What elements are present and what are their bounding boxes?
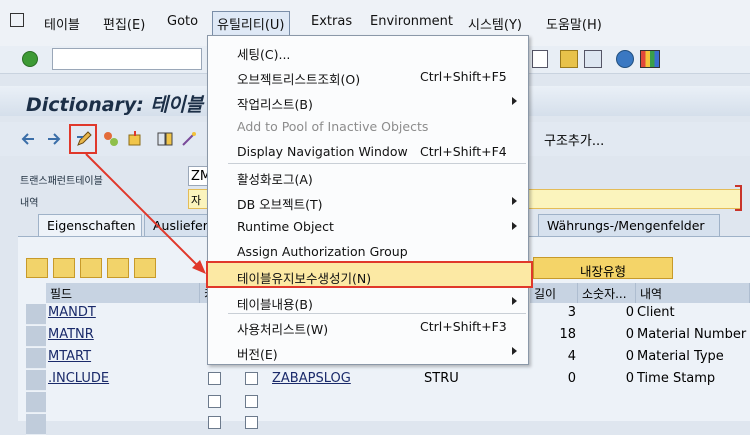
annotation-arrow xyxy=(85,153,206,274)
